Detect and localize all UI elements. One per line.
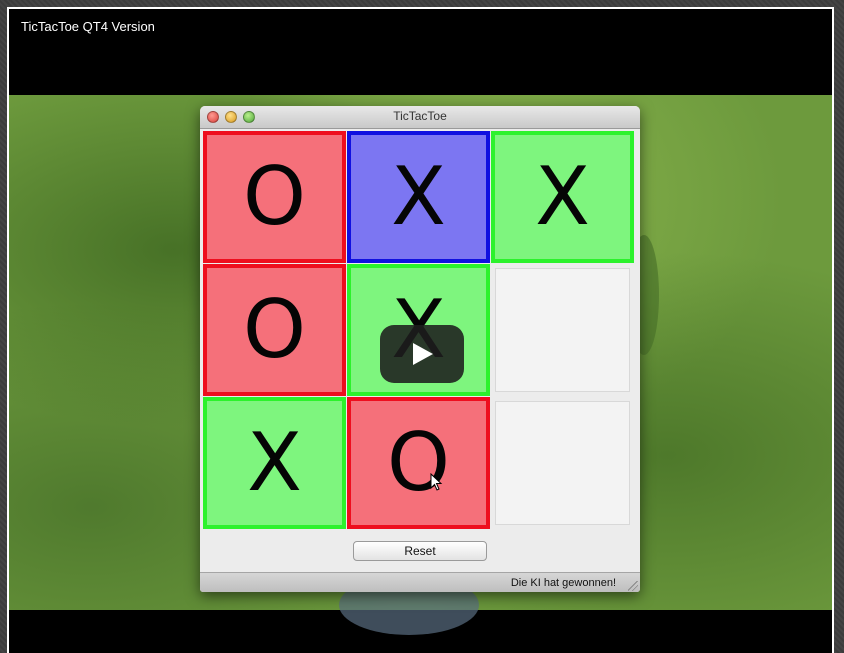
- board-cell[interactable]: X: [203, 397, 346, 529]
- play-button[interactable]: [380, 325, 464, 383]
- video-title[interactable]: TicTacToe QT4 Version: [21, 19, 155, 34]
- play-icon: [413, 343, 433, 365]
- reset-button[interactable]: Reset: [353, 541, 487, 561]
- cell-mark: O: [243, 283, 306, 376]
- cell-mark: X: [247, 416, 302, 509]
- status-bar: Die KI hat gewonnen!: [200, 572, 640, 592]
- window-titlebar[interactable]: TicTacToe: [200, 106, 640, 129]
- cell-mark: O: [243, 150, 306, 243]
- board-cell[interactable]: X: [347, 131, 490, 263]
- board-cell[interactable]: [495, 401, 630, 525]
- window-title: TicTacToe: [393, 109, 447, 123]
- board-cell[interactable]: X: [491, 131, 634, 263]
- board-cell[interactable]: O: [203, 264, 346, 396]
- page-frame: TicTacToe QT4 Version TicTacToe O X X O …: [0, 0, 844, 653]
- video-area[interactable]: TicTacToe QT4 Version TicTacToe O X X O …: [9, 9, 832, 653]
- board-cell[interactable]: O: [347, 397, 490, 529]
- board-cell[interactable]: O: [203, 131, 346, 263]
- resize-grip-icon[interactable]: [628, 581, 638, 591]
- board-cell[interactable]: [495, 268, 630, 392]
- video-frame: TicTacToe O X X O X X O Reset: [9, 95, 832, 635]
- cell-mark: X: [391, 150, 446, 243]
- status-message: Die KI hat gewonnen!: [510, 577, 616, 589]
- cell-mark: X: [535, 150, 590, 243]
- video-player: TicTacToe QT4 Version TicTacToe O X X O …: [7, 7, 834, 653]
